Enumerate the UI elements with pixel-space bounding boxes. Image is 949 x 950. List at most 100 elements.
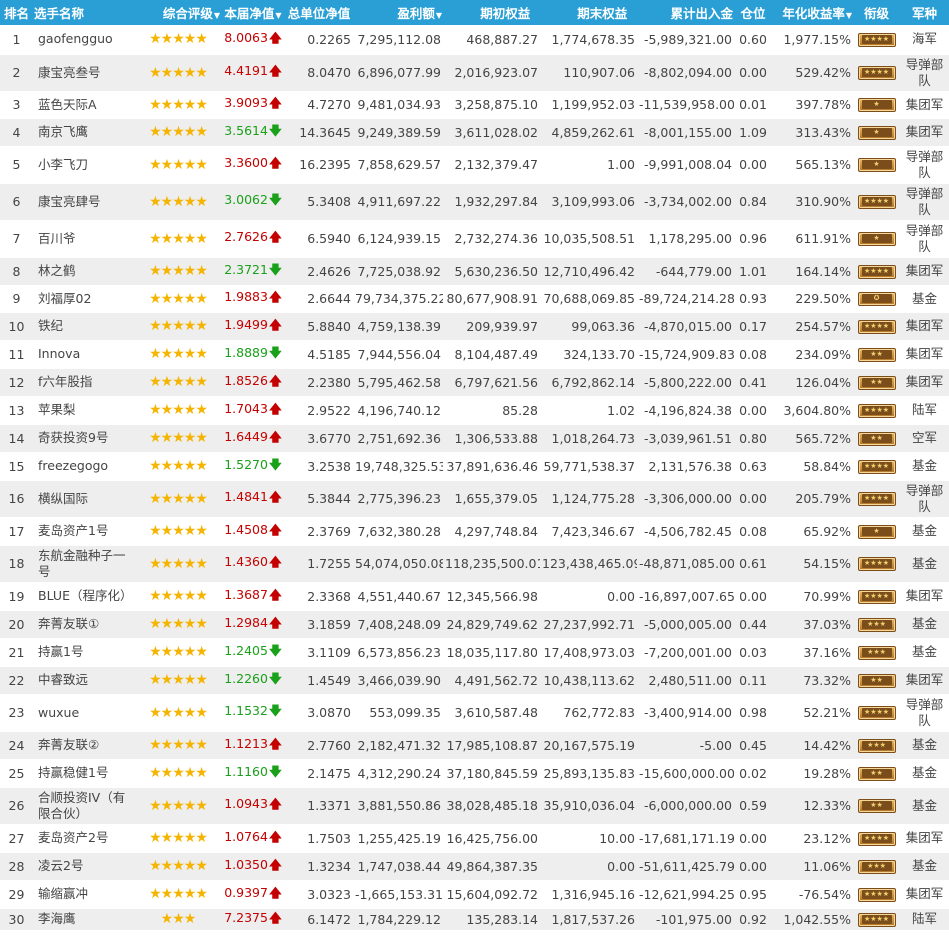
player-name-link[interactable]: 东航金融种子一号 — [33, 545, 135, 583]
nav-value: 1.1532 — [224, 703, 268, 718]
player-name-link[interactable]: 百川爷 — [33, 220, 135, 258]
player-name-link[interactable]: 中睿致远 — [33, 666, 135, 695]
player-name-link[interactable]: 凌云2号 — [33, 852, 135, 881]
table-row: 5 小李飞刀 ★★★★★ 3.3600🡅 16.2395 7,858,629.57 2,13… — [0, 146, 949, 184]
badge-stars: ★★ — [861, 801, 892, 811]
star-icon: ★★★★★ — [149, 193, 208, 210]
player-name-link[interactable]: 林之鹤 — [33, 257, 135, 286]
end-equity-cell: 3,109,993.06 — [540, 183, 637, 221]
rank-cell: 19 — [0, 582, 33, 611]
header-profit-label[interactable]: 盈利额 — [397, 6, 435, 21]
player-name-link[interactable]: 合顺投资IV（有限合伙） — [33, 787, 135, 825]
player-name-link[interactable]: 蓝色天际A — [33, 91, 135, 119]
end-equity-cell: 1,018,264.73 — [540, 424, 637, 453]
header-rank-label: 排名 — [3, 6, 29, 21]
sort-desc-icon[interactable]: ▼ — [436, 11, 442, 20]
rating-stars: ★★★★★ — [135, 118, 221, 147]
army-cell: 集团军 — [900, 312, 949, 341]
player-name-link[interactable]: 持赢稳健1号 — [33, 759, 135, 788]
sort-desc-icon[interactable]: ▼ — [214, 11, 220, 20]
player-name-link[interactable]: 奔菁友联② — [33, 731, 135, 760]
star-icon: ★★★★★ — [149, 830, 208, 846]
profit-cell: 1,255,425.19 — [353, 824, 443, 853]
sort-desc-icon[interactable]: ▼ — [275, 11, 281, 20]
army-cell: 基金 — [900, 787, 949, 825]
player-name-link[interactable]: Innova — [33, 340, 135, 369]
rank-badge-icon: ★ — [857, 524, 896, 539]
nav-cell: 1.7043🡅 — [221, 396, 285, 425]
annual-return-cell: 565.13% — [772, 146, 853, 184]
player-name-link[interactable]: 南京飞鹰 — [33, 118, 135, 147]
player-name-link[interactable]: wuxue — [33, 694, 135, 732]
player-name-link[interactable]: 刘福厚02 — [33, 285, 135, 313]
player-name-link[interactable]: 奔菁友联① — [33, 610, 135, 639]
badge-stars: ★★★★ — [861, 889, 892, 899]
player-name-link[interactable]: 小李飞刀 — [33, 146, 135, 184]
grade-cell: ★★★★ — [853, 480, 900, 518]
player-name-link[interactable]: 康宝亮叁号 — [33, 54, 135, 92]
star-icon: ★★★★★ — [149, 156, 208, 173]
profit-cell: 1,747,038.44 — [353, 852, 443, 881]
header-nav-label[interactable]: 本届净值 — [224, 6, 274, 21]
sort-desc-icon[interactable]: ▼ — [846, 11, 852, 20]
badge-stars: ★★★★ — [861, 559, 892, 569]
player-name-link[interactable]: freezegogo — [33, 452, 135, 481]
profit-cell: 553,099.35 — [353, 694, 443, 732]
position-cell: 0.03 — [734, 638, 772, 667]
player-name-link[interactable]: 苹果梨 — [33, 396, 135, 425]
player-name-link[interactable]: BLUE（程序化） — [33, 582, 135, 611]
player-name-link[interactable]: 康宝亮肆号 — [33, 183, 135, 221]
player-name-link[interactable]: 铁纪 — [33, 312, 135, 341]
start-equity-cell: 4,297,748.84 — [443, 517, 540, 546]
arrow-up-icon: 🡅 — [268, 428, 282, 444]
total-nav-cell: 2.2380 — [285, 368, 353, 397]
star-icon: ★★★★★ — [149, 797, 208, 814]
star-icon: ★★★★★ — [149, 555, 208, 572]
header-nav[interactable]: 本届净值▼ — [221, 0, 285, 25]
end-equity-cell: 59,771,538.37 — [540, 452, 637, 481]
cum-io-cell: -5,000,005.00 — [637, 610, 734, 639]
header-rating-label[interactable]: 综合评级 — [163, 6, 213, 21]
player-name-link[interactable]: 持赢1号 — [33, 638, 135, 667]
header-annual[interactable]: 年化收益率▼ — [772, 0, 853, 25]
position-cell: 0.00 — [734, 480, 772, 518]
total-nav-cell: 2.1475 — [285, 759, 353, 788]
player-name-link[interactable]: f六年股指 — [33, 368, 135, 397]
rating-stars: ★★★★★ — [135, 396, 221, 425]
army-cell: 集团军 — [900, 880, 949, 909]
army-cell: 导弹部队 — [900, 694, 949, 732]
profit-cell: 4,196,740.12 — [353, 396, 443, 425]
star-icon: ★★★★★ — [149, 644, 208, 660]
end-equity-cell: 1,817,537.26 — [540, 908, 637, 931]
player-name-link[interactable]: 麦岛资产2号 — [33, 824, 135, 853]
header-annual-label[interactable]: 年化收益率 — [782, 6, 845, 21]
end-equity-cell: 1,316,945.16 — [540, 880, 637, 909]
rating-stars: ★★★★★ — [135, 25, 221, 55]
player-name-link[interactable]: 奇获投资9号 — [33, 424, 135, 453]
table-row: 6 康宝亮肆号 ★★★★★ 3.0062🡇 5.3408 4,911,697.22 1,93… — [0, 183, 949, 221]
nav-cell: 3.0062🡇 — [221, 183, 285, 221]
player-name-link[interactable]: 横纵国际 — [33, 480, 135, 518]
cum-io-cell: -5.00 — [637, 731, 734, 760]
rating-stars: ★★★★★ — [135, 582, 221, 611]
profit-cell: 1,784,229.12 — [353, 908, 443, 931]
player-name-link[interactable]: gaofengguo — [33, 25, 135, 55]
nav-value: 4.4191 — [224, 63, 268, 78]
badge-stars: ★★★★ — [861, 405, 892, 415]
grade-cell: ★★★★ — [853, 396, 900, 425]
end-equity-cell: 12,710,496.42 — [540, 257, 637, 286]
annual-return-cell: 1,977.15% — [772, 25, 853, 55]
rank-badge-icon: ★★ — [857, 375, 896, 390]
nav-value: 1.4508 — [224, 521, 268, 537]
player-name-link[interactable]: 输缩赢冲 — [33, 880, 135, 909]
rank-badge-icon: ★★ — [857, 766, 896, 781]
player-name-link[interactable]: 李海鹰 — [33, 908, 135, 931]
header-rating[interactable]: 综合评级▼ — [135, 0, 221, 25]
nav-cell: 3.5614🡇 — [221, 118, 285, 147]
rank-badge-icon: ★★★★ — [857, 589, 896, 604]
header-profit[interactable]: 盈利额▼ — [353, 0, 443, 25]
player-name-link[interactable]: 麦岛资产1号 — [33, 517, 135, 546]
grade-cell: ★ — [853, 118, 900, 147]
ranking-table: 排名 选手名称 综合评级▼ 本届净值▼ 总单位净值 盈利额▼ 期初权益 期末权益… — [0, 0, 949, 931]
cum-io-cell: -8,802,094.00 — [637, 54, 734, 92]
